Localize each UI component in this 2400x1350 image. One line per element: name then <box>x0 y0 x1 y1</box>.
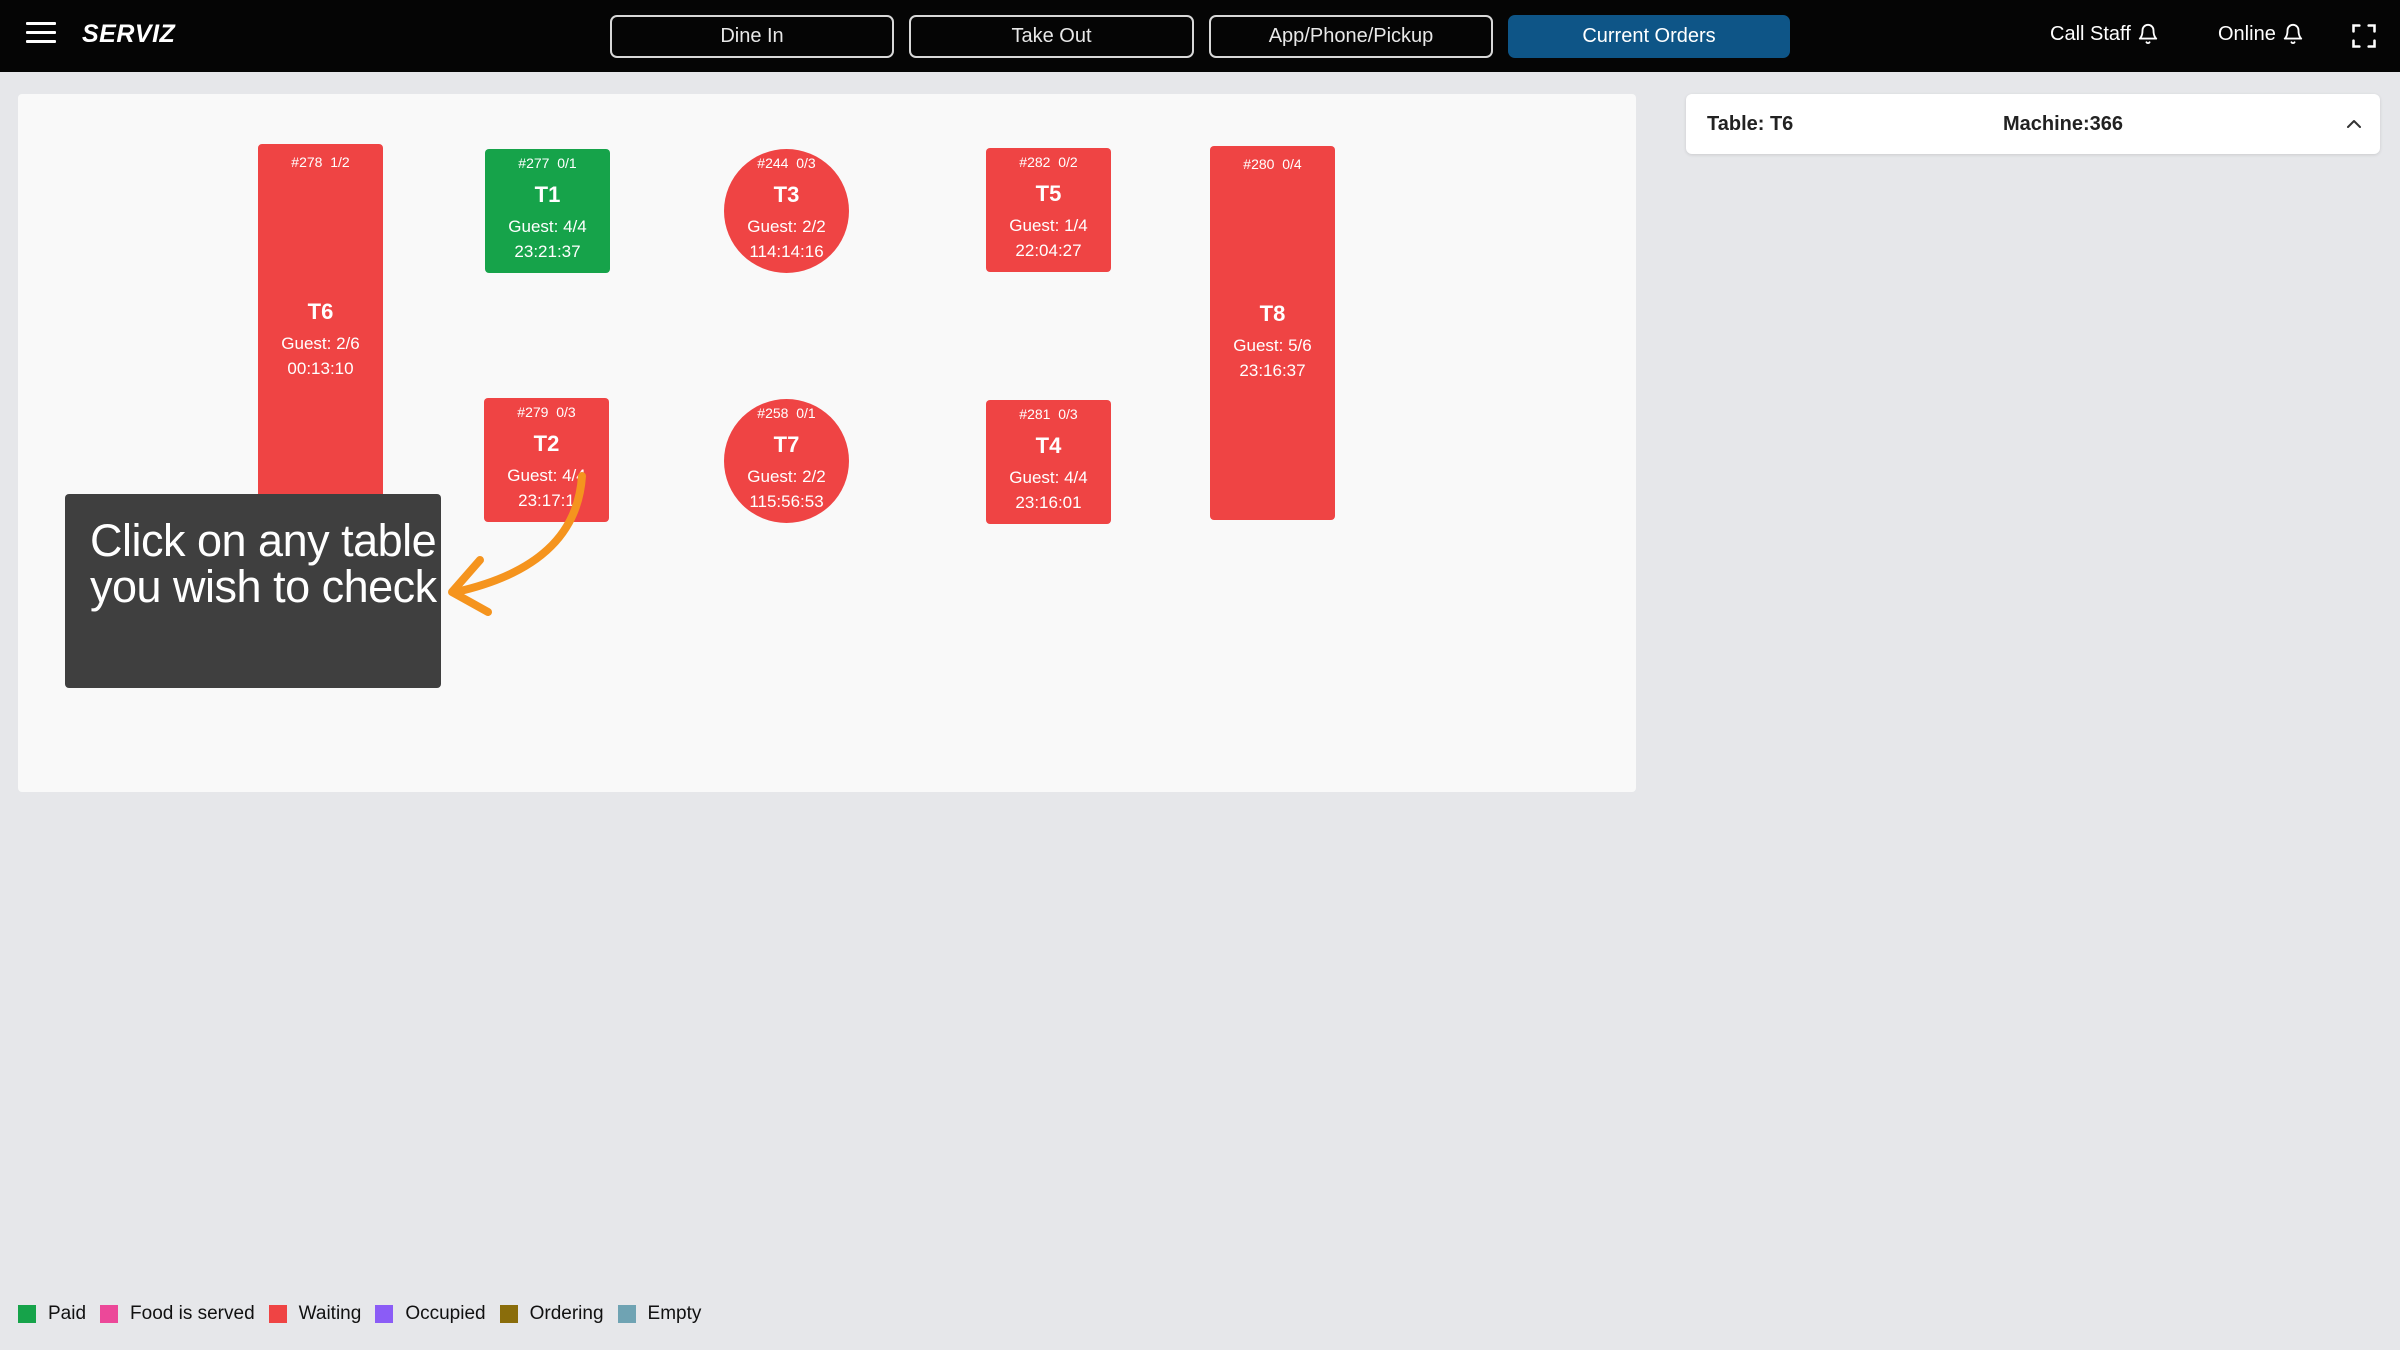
legend-item-paid: Paid <box>18 1303 86 1325</box>
table-name: T3 <box>773 182 800 207</box>
table-t5[interactable]: #282 0/2 T5 Guest: 1/4 22:04:27 <box>986 148 1111 272</box>
table-name: T6 <box>307 299 334 324</box>
table-timer: 23:21:37 <box>514 242 581 261</box>
table-order-info: #279 0/3 <box>517 404 576 420</box>
detail-machine-label: Machine:366 <box>2003 113 2124 135</box>
nav-current-orders-button[interactable]: Current Orders <box>1508 15 1790 58</box>
table-guest: Guest: 4/4 <box>1009 468 1088 487</box>
brand-logo: SERVIZ <box>82 20 176 48</box>
pointer-arrow-icon <box>448 472 586 616</box>
bell-icon <box>2138 24 2157 45</box>
legend-item-occupied: Occupied <box>375 1303 486 1325</box>
table-guest: Guest: 2/2 <box>747 467 826 486</box>
table-t7[interactable]: #258 0/1 T7 Guest: 2/2 115:56:53 <box>724 399 849 523</box>
legend-item-empty: Empty <box>617 1303 701 1325</box>
legend-item-ordering: Ordering <box>499 1303 604 1325</box>
chevron-up-icon[interactable] <box>2344 114 2364 134</box>
table-name: T5 <box>1035 181 1062 206</box>
table-order-info: #278 1/2 <box>291 154 350 170</box>
legend-item-waiting: Waiting <box>268 1303 361 1325</box>
nav-take-out-button[interactable]: Take Out <box>909 15 1194 58</box>
table-timer: 115:56:53 <box>749 492 824 511</box>
nav-dine-in-button[interactable]: Dine In <box>610 15 894 58</box>
table-timer: 23:16:37 <box>1239 361 1306 380</box>
legend-swatch <box>499 1305 518 1323</box>
call-staff-button[interactable]: Call Staff <box>2050 22 2159 46</box>
table-guest: Guest: 5/6 <box>1233 336 1312 355</box>
hamburger-menu-icon[interactable] <box>26 22 56 48</box>
table-t6[interactable]: #278 1/2 T6 Guest: 2/6 00:13:10 <box>258 144 383 518</box>
table-timer: 114:14:16 <box>749 242 824 261</box>
online-status-button[interactable]: Online <box>2218 22 2304 46</box>
table-name: T1 <box>534 182 561 207</box>
legend-swatch <box>268 1305 287 1323</box>
nav-app-phone-pickup-button[interactable]: App/Phone/Pickup <box>1209 15 1493 58</box>
legend-item-food-served: Food is served <box>100 1303 255 1325</box>
legend-swatch <box>100 1305 119 1323</box>
onboarding-tooltip: Click on any table you wish to check <box>65 494 441 688</box>
legend-swatch <box>375 1305 394 1323</box>
top-bar: SERVIZ Dine In Take Out App/Phone/Pickup… <box>0 0 2400 72</box>
table-order-info: #281 0/3 <box>1019 406 1078 422</box>
legend-swatch <box>617 1305 636 1323</box>
table-guest: Guest: 1/4 <box>1009 216 1088 235</box>
table-guest: Guest: 2/6 <box>281 334 360 353</box>
table-order-info: #277 0/1 <box>518 155 577 171</box>
table-t1[interactable]: #277 0/1 T1 Guest: 4/4 23:21:37 <box>485 149 610 273</box>
fullscreen-icon[interactable] <box>2350 22 2378 50</box>
table-name: T4 <box>1035 433 1062 458</box>
table-order-info: #244 0/3 <box>757 155 816 171</box>
table-t3[interactable]: #244 0/3 T3 Guest: 2/2 114:14:16 <box>724 149 849 273</box>
table-timer: 00:13:10 <box>287 359 354 378</box>
tooltip-line-1: Click on any table <box>90 515 437 566</box>
table-name: T8 <box>1259 301 1286 326</box>
table-name: T2 <box>533 431 560 456</box>
bell-icon <box>2283 24 2302 45</box>
table-name: T7 <box>773 432 800 457</box>
table-t8[interactable]: #280 0/4 T8 Guest: 5/6 23:16:37 <box>1210 146 1335 520</box>
order-detail-header[interactable]: Table: T6 Machine:366 <box>1686 94 2380 154</box>
status-legend: Paid Food is served Waiting Occupied Ord… <box>18 1303 715 1325</box>
online-label: Online <box>2218 22 2276 45</box>
table-timer: 23:16:01 <box>1015 493 1082 512</box>
call-staff-label: Call Staff <box>2050 22 2131 45</box>
tooltip-line-2: you wish to check <box>90 561 437 612</box>
table-order-info: #282 0/2 <box>1019 154 1078 170</box>
table-order-info: #258 0/1 <box>757 405 816 421</box>
table-order-info: #280 0/4 <box>1243 156 1302 172</box>
table-timer: 22:04:27 <box>1015 241 1082 260</box>
detail-table-label: Table: T6 <box>1707 113 1794 135</box>
legend-swatch <box>18 1305 36 1323</box>
table-t4[interactable]: #281 0/3 T4 Guest: 4/4 23:16:01 <box>986 400 1111 524</box>
table-guest: Guest: 2/2 <box>747 217 826 236</box>
table-guest: Guest: 4/4 <box>508 217 587 236</box>
